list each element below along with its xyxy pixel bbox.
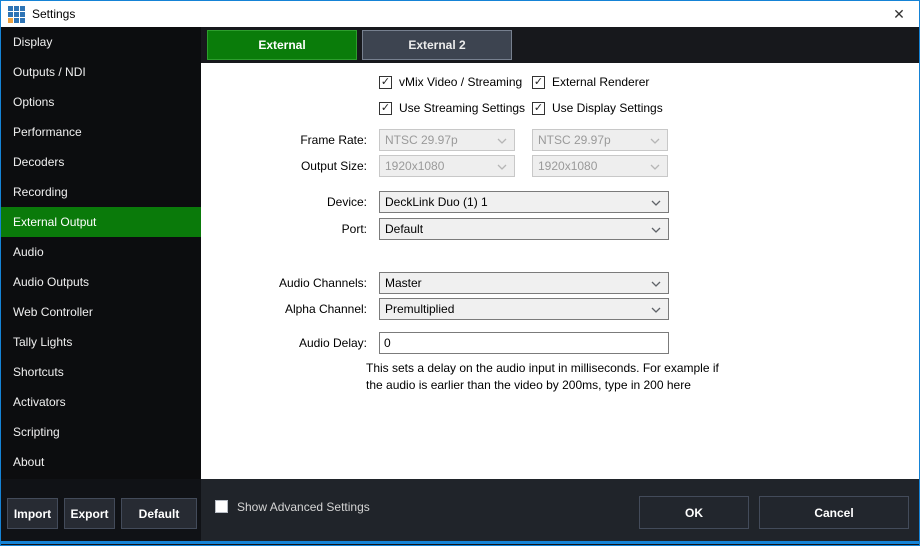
close-icon[interactable]: ✕ (883, 1, 915, 27)
import-button[interactable]: Import (7, 498, 58, 529)
chevron-down-icon (651, 307, 661, 313)
tab-strip: External External 2 (201, 27, 919, 63)
sidebar-item-about[interactable]: About (1, 447, 201, 477)
external-renderer-label: External Renderer (552, 75, 649, 89)
audio-channels-label: Audio Channels: (201, 276, 367, 290)
frame-rate-dropdown-right: NTSC 29.97p (532, 129, 668, 151)
chevron-down-icon (651, 281, 661, 287)
sidebar-item-decoders[interactable]: Decoders (1, 147, 201, 177)
export-button[interactable]: Export (64, 498, 115, 529)
use-streaming-settings-checkbox[interactable]: ✓ Use Streaming Settings (379, 101, 525, 115)
sidebar-item-scripting[interactable]: Scripting (1, 417, 201, 447)
chevron-down-icon (651, 200, 661, 206)
external-output-panel: ✓ vMix Video / Streaming ✓ External Rend… (201, 63, 919, 479)
sidebar-item-tally-lights[interactable]: Tally Lights (1, 327, 201, 357)
default-button[interactable]: Default (121, 498, 197, 529)
audio-delay-help-text: This sets a delay on the audio input in … (366, 360, 726, 394)
chevron-down-icon (650, 138, 660, 144)
chevron-down-icon (497, 138, 507, 144)
sidebar-item-activators[interactable]: Activators (1, 387, 201, 417)
cancel-button[interactable]: Cancel (759, 496, 909, 529)
audio-delay-label: Audio Delay: (201, 336, 367, 350)
checkbox-checked-icon: ✓ (532, 76, 545, 89)
use-streaming-settings-label: Use Streaming Settings (399, 101, 525, 115)
external-renderer-checkbox[interactable]: ✓ External Renderer (532, 75, 649, 89)
sidebar-item-audio[interactable]: Audio (1, 237, 201, 267)
footer-bar: Show Advanced Settings OK Cancel (201, 479, 919, 541)
sidebar-item-performance[interactable]: Performance (1, 117, 201, 147)
use-display-settings-checkbox[interactable]: ✓ Use Display Settings (532, 101, 663, 115)
output-size-label: Output Size: (201, 159, 367, 173)
settings-window: Settings ✕ Display Outputs / NDI Options… (0, 0, 920, 546)
checkbox-checked-icon: ✓ (379, 76, 392, 89)
chevron-down-icon (650, 164, 660, 170)
sidebar-item-options[interactable]: Options (1, 87, 201, 117)
sidebar-item-recording[interactable]: Recording (1, 177, 201, 207)
vmix-logo-icon (8, 6, 25, 23)
window-title: Settings (32, 7, 75, 21)
tab-external[interactable]: External (207, 30, 357, 60)
chevron-down-icon (497, 164, 507, 170)
frame-rate-label: Frame Rate: (201, 133, 367, 147)
sidebar-item-display[interactable]: Display (1, 27, 201, 57)
audio-delay-input[interactable] (379, 332, 669, 354)
sidebar-item-external-output[interactable]: External Output (1, 207, 201, 237)
chevron-down-icon (651, 227, 661, 233)
show-advanced-settings-checkbox[interactable] (215, 500, 228, 513)
titlebar: Settings ✕ (1, 1, 919, 27)
sidebar-item-audio-outputs[interactable]: Audio Outputs (1, 267, 201, 297)
tab-external-2[interactable]: External 2 (362, 30, 512, 60)
port-label: Port: (201, 222, 367, 236)
vmix-video-streaming-label: vMix Video / Streaming (399, 75, 522, 89)
checkbox-checked-icon: ✓ (379, 102, 392, 115)
device-label: Device: (201, 195, 367, 209)
sidebar: Display Outputs / NDI Options Performanc… (1, 27, 201, 479)
vmix-video-streaming-checkbox[interactable]: ✓ vMix Video / Streaming (379, 75, 522, 89)
sidebar-item-outputs-ndi[interactable]: Outputs / NDI (1, 57, 201, 87)
checkbox-checked-icon: ✓ (532, 102, 545, 115)
output-size-dropdown-left: 1920x1080 (379, 155, 515, 177)
audio-channels-dropdown[interactable]: Master (379, 272, 669, 294)
device-dropdown[interactable]: DeckLink Duo (1) 1 (379, 191, 669, 213)
port-dropdown[interactable]: Default (379, 218, 669, 240)
output-size-dropdown-right: 1920x1080 (532, 155, 668, 177)
frame-rate-dropdown-left: NTSC 29.97p (379, 129, 515, 151)
alpha-channel-label: Alpha Channel: (201, 302, 367, 316)
sidebar-item-web-controller[interactable]: Web Controller (1, 297, 201, 327)
sidebar-footer: Import Export Default (1, 479, 201, 546)
use-display-settings-label: Use Display Settings (552, 101, 663, 115)
ok-button[interactable]: OK (639, 496, 749, 529)
sidebar-item-shortcuts[interactable]: Shortcuts (1, 357, 201, 387)
alpha-channel-dropdown[interactable]: Premultiplied (379, 298, 669, 320)
show-advanced-settings-label: Show Advanced Settings (237, 500, 370, 514)
